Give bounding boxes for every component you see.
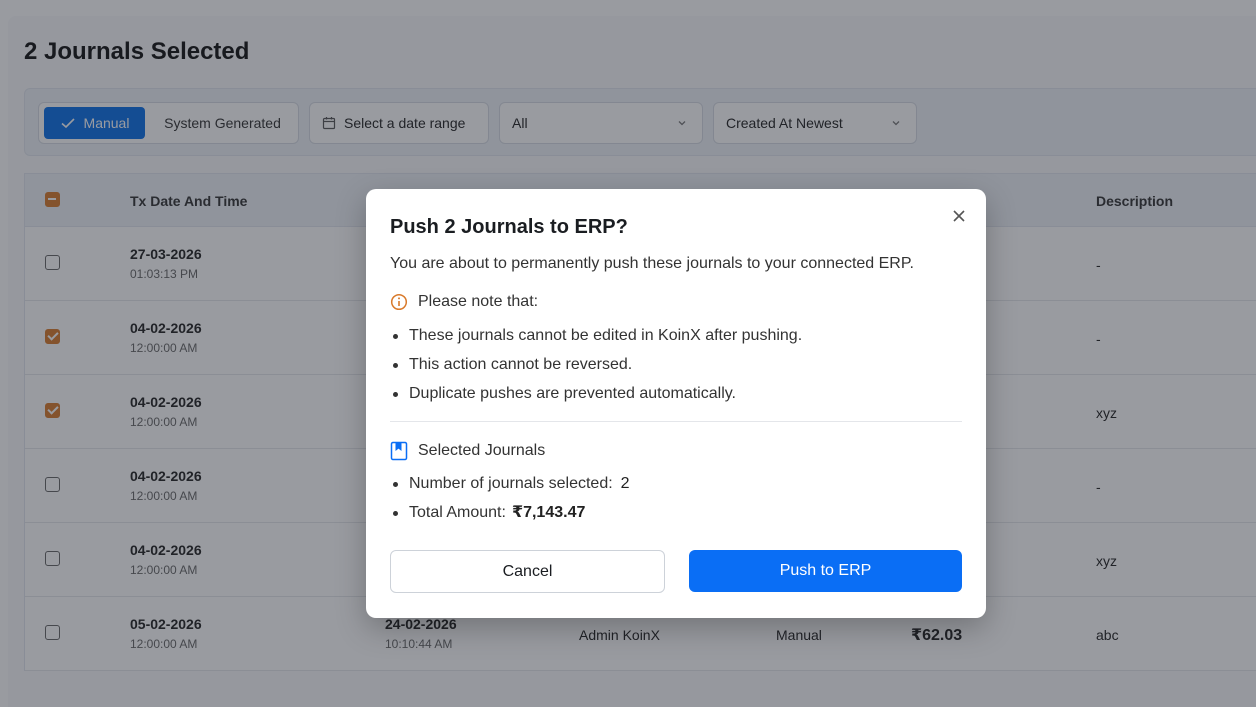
total-label: Total Amount:: [409, 504, 506, 521]
count-value: 2: [620, 475, 630, 492]
note-heading: Please note that:: [390, 293, 538, 311]
note-label: Please note that:: [418, 293, 539, 310]
notes-list: These journals cannot be edited in KoinX…: [390, 326, 802, 413]
dialog-subtitle: You are about to permanently push these …: [390, 255, 914, 272]
info-icon: [390, 293, 408, 311]
list-item: This action cannot be reversed.: [390, 355, 802, 384]
cancel-button[interactable]: Cancel: [390, 550, 665, 593]
divider: [390, 421, 962, 422]
close-icon[interactable]: [950, 207, 968, 225]
push-to-erp-dialog: Push 2 Journals to ERP? You are about to…: [366, 189, 986, 618]
count-label: Number of journals selected:: [409, 475, 613, 492]
list-item: These journals cannot be edited in KoinX…: [390, 326, 802, 355]
selected-journals-label: Selected Journals: [418, 442, 546, 459]
journal-count-item: Number of journals selected: 2: [390, 474, 630, 503]
push-to-erp-button[interactable]: Push to ERP: [689, 550, 962, 592]
total-value: ₹7,143.47: [511, 504, 586, 521]
summary-list: Number of journals selected: 2 Total Amou…: [390, 474, 630, 532]
selected-journals-heading: Selected Journals: [390, 441, 545, 461]
total-amount-item: Total Amount: ₹7,143.47: [390, 503, 630, 532]
dialog-title: Push 2 Journals to ERP?: [390, 216, 628, 238]
list-item: Duplicate pushes are prevented automatic…: [390, 384, 802, 413]
bookmark-icon: [390, 441, 408, 461]
